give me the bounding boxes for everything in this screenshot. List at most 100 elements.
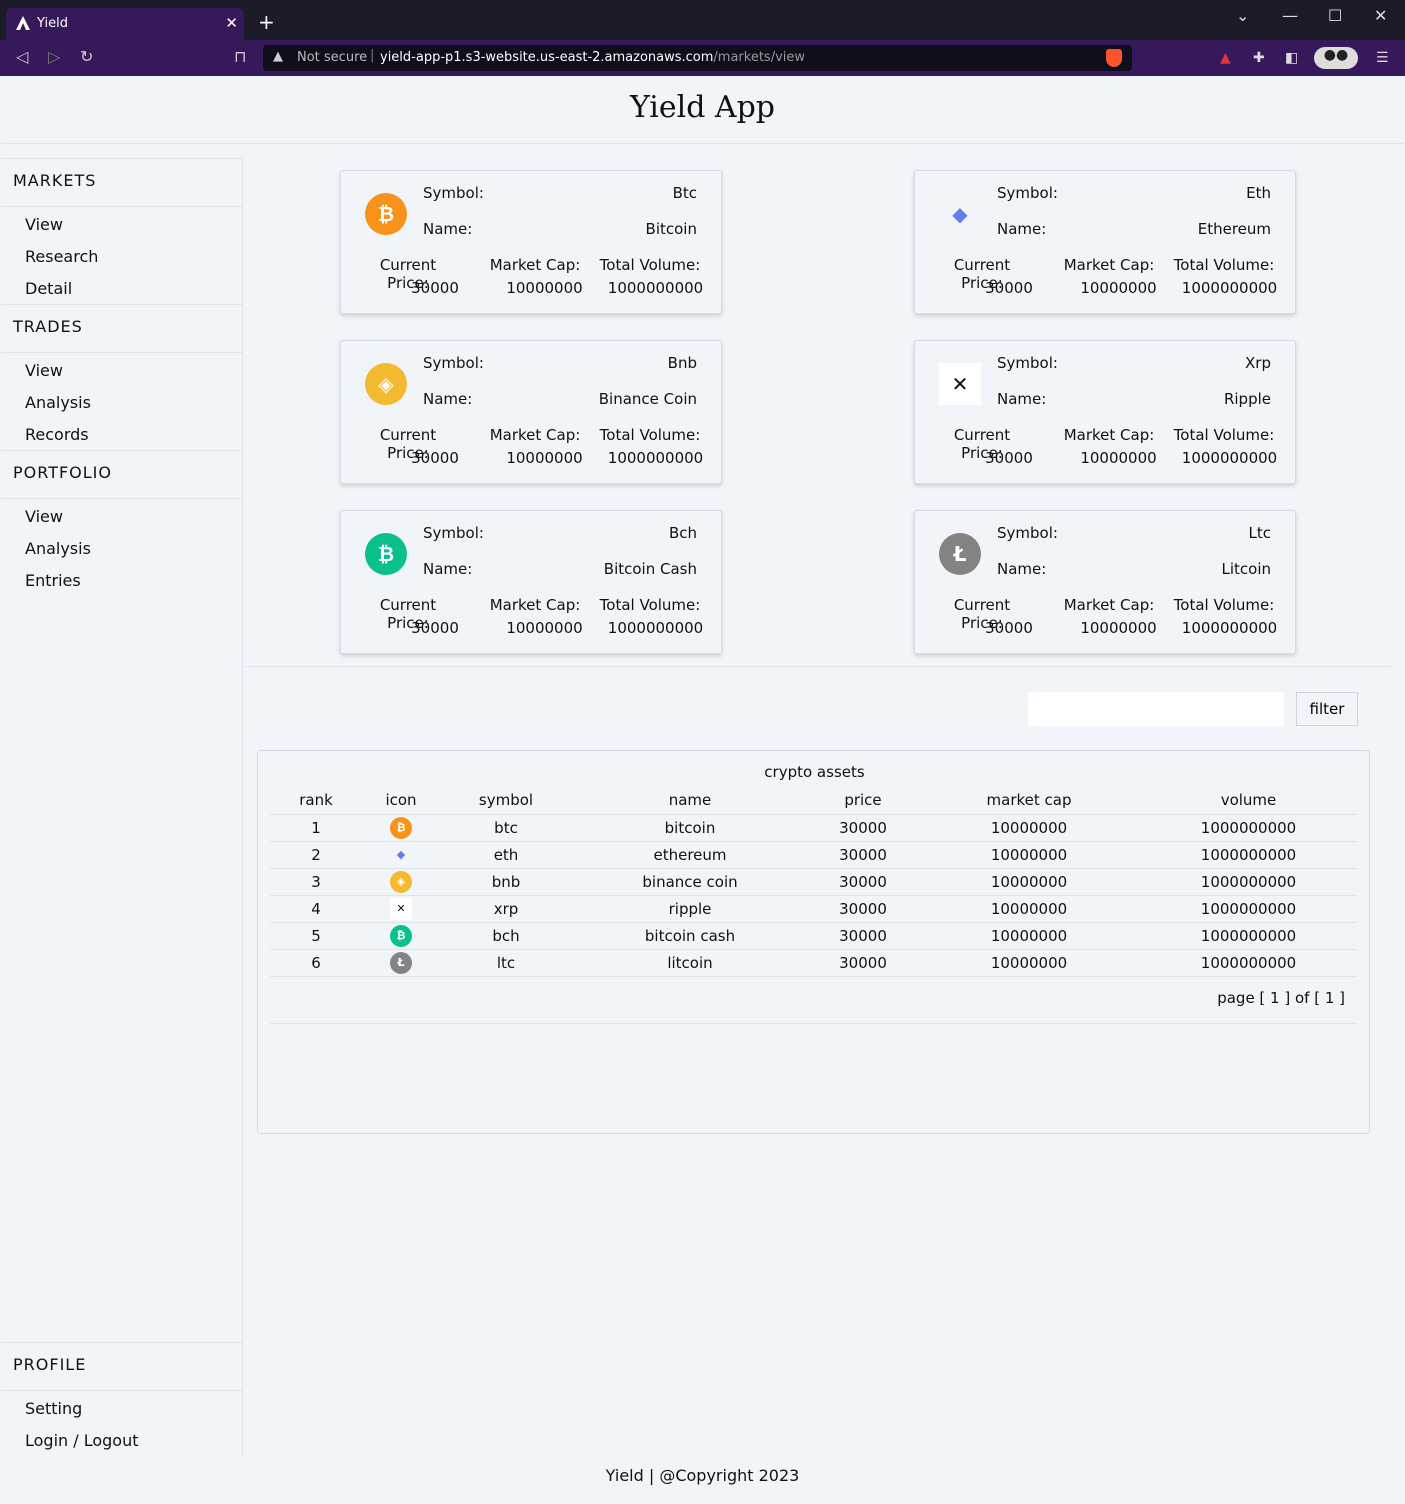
sidebar-item-trades-records[interactable]: Records [1,419,243,451]
forward-icon[interactable]: ▷ [48,47,60,66]
sidebar-item-markets-view[interactable]: View [1,209,243,241]
table-bottom-divider [270,1023,1357,1024]
name-cell: binance coin [572,868,808,896]
chevron-down-icon[interactable]: ⌄ [1236,6,1249,25]
total-volume-label: Total Volume: [1173,426,1275,444]
symbol-value: Bnb [667,354,697,372]
symbol-value: Xrp [1245,354,1271,372]
market-cap-value: 10000000 [506,279,583,297]
market-card-bnb[interactable]: ◈ Symbol: Bnb Name: Binance Coin Current Pric… [340,340,722,484]
market-cap-value: 10000000 [1080,619,1157,637]
column-header-rank[interactable]: rank [270,787,362,815]
icon-cell: ₿ [362,814,440,842]
url-text: yield-app-p1.s3-website.us-east-2.amazon… [380,50,805,65]
sidebar-toggle-icon[interactable]: ◧ [1285,50,1301,66]
name-label: Name: [423,560,473,578]
filter-button[interactable]: filter [1296,692,1358,726]
sidebar-item-trades-view[interactable]: View [1,355,243,387]
menu-icon[interactable]: ☰ [1376,50,1392,66]
column-header-symbol[interactable]: symbol [440,787,572,815]
market-cap-value: 10000000 [506,619,583,637]
sidebar-item-login-logout[interactable]: Login / Logout [1,1425,243,1457]
market-card-ltc[interactable]: Ł Symbol: Ltc Name: Litcoin Current Price: Mar… [914,510,1296,654]
symbol-label: Symbol: [997,354,1058,372]
market-card-bch[interactable]: ₿ Symbol: Bch Name: Bitcoin Cash Current Pric… [340,510,722,654]
brave-shield-icon[interactable] [1106,49,1122,67]
symbol-cell: xrp [440,895,572,923]
volume-cell: 1000000000 [1140,868,1357,896]
name-label: Name: [997,220,1047,238]
binance-icon: ◈ [390,870,412,893]
litecoin-icon: Ł [390,951,412,974]
back-icon[interactable]: ◁ [16,47,28,66]
app-header: Yield App [1,76,1404,144]
symbol-cell: ltc [440,949,572,977]
sidebar-item-portfolio-entries[interactable]: Entries [1,565,243,597]
navigation-bar: ◁ ▷ ↻ ⊓ ▲ Not secure | yield-app-p1.s3-w… [0,40,1405,76]
sidebar-item-markets-research[interactable]: Research [1,241,243,273]
volume-cell: 1000000000 [1140,841,1357,869]
table-row[interactable]: 6 Łltc litcoin 30000 10000000 1000000000 [270,949,1357,977]
bookmark-icon[interactable]: ⊓ [234,47,246,66]
column-header-icon[interactable]: icon [362,787,440,815]
market-cap-label: Market Cap: [489,596,581,614]
market-card-eth[interactable]: ◆ Symbol: Eth Name: Ethereum Current Price: Ma… [914,170,1296,314]
filter-input[interactable] [1028,692,1284,726]
table-row[interactable]: 2 ◆ eth ethereum 30000 10000000 1000000000 [270,841,1357,869]
sidebar: MARKETS View Research Detail TRADES View… [1,158,243,1454]
window-close-icon[interactable]: ✕ [1374,6,1387,25]
column-header-volume[interactable]: volume [1140,787,1357,815]
sidebar-item-setting[interactable]: Setting [1,1393,243,1425]
sidebar-item-portfolio-view[interactable]: View [1,501,243,533]
symbol-value: Btc [672,184,697,202]
address-bar[interactable]: ▲ Not secure | yield-app-p1.s3-website.u… [263,45,1132,71]
sidebar-section-title: TRADES [1,305,243,353]
total-volume-label: Total Volume: [599,596,701,614]
symbol-label: Symbol: [423,184,484,202]
market-cap-cell: 10000000 [918,841,1140,869]
url-host: yield-app-p1.s3-website.us-east-2.amazon… [380,50,714,65]
table-body: 1 ₿ btc bitcoin 30000 10000000 1000000000 2 ◆ eth… [270,814,1357,977]
sidebar-item-portfolio-analysis[interactable]: Analysis [1,533,243,565]
table-row[interactable]: 3 ◈ bnb binance coin 30000 10000000 1000000000 [270,868,1357,896]
column-header-market-cap[interactable]: market cap [918,787,1140,815]
market-card-xrp[interactable]: ✕ Symbol: Xrp Name: Ripple Current Price: Mark… [914,340,1296,484]
symbol-value: Ltc [1248,524,1272,542]
maximize-icon[interactable]: ☐ [1328,6,1342,25]
column-header-price[interactable]: price [808,787,918,815]
sidebar-item-markets-detail[interactable]: Detail [1,273,243,305]
name-value: Ripple [1223,390,1271,408]
minimize-icon[interactable]: — [1282,6,1298,25]
bitcoin-cash-icon: ₿ [390,924,412,947]
table-row[interactable]: 1 ₿ btc bitcoin 30000 10000000 1000000000 [270,814,1357,842]
market-cap-label: Market Cap: [489,426,581,444]
ripple-icon: ✕ [390,897,412,920]
crypto-assets-table-container: crypto assets rank icon symbol name pric… [257,750,1370,1134]
table-caption: crypto assets [764,763,865,781]
sidebar-item-trades-analysis[interactable]: Analysis [1,387,243,419]
private-glasses-icon[interactable]: ●● [1314,47,1358,69]
reload-icon[interactable]: ↻ [80,47,93,66]
icon-cell: ✕ [362,895,440,923]
symbol-value: Eth [1246,184,1271,202]
close-tab-icon[interactable]: ✕ [225,14,238,32]
symbol-cell: bnb [440,868,572,896]
name-value: Ethereum [1197,220,1271,238]
icon-cell: Ł [362,949,440,977]
sidebar-section-markets: MARKETS View Research Detail [1,159,243,305]
new-tab-icon[interactable]: + [258,10,275,34]
market-cap-cell: 10000000 [918,922,1140,950]
price-cell: 30000 [808,814,918,842]
name-value: Litcoin [1221,560,1271,578]
table-row[interactable]: 5 ₿ bch bitcoin cash 30000 10000000 1000000000 [270,922,1357,950]
table-row[interactable]: 4 ✕ xrp ripple 30000 10000000 1000000000 [270,895,1357,923]
sidebar-section-portfolio: PORTFOLIO View Analysis Entries [1,450,243,597]
angular-extension-icon[interactable]: ▲ [1220,50,1236,66]
rank-cell: 3 [270,868,362,896]
column-header-name[interactable]: name [572,787,808,815]
market-card-btc[interactable]: ₿ Symbol: Btc Name: Bitcoin Current Price: Mar… [340,170,722,314]
browser-tab[interactable]: Yield ✕ [6,8,244,40]
market-cap-label: Market Cap: [1063,596,1155,614]
extensions-puzzle-icon[interactable]: ✚ [1253,50,1269,66]
sidebar-section-title: PORTFOLIO [1,451,243,499]
